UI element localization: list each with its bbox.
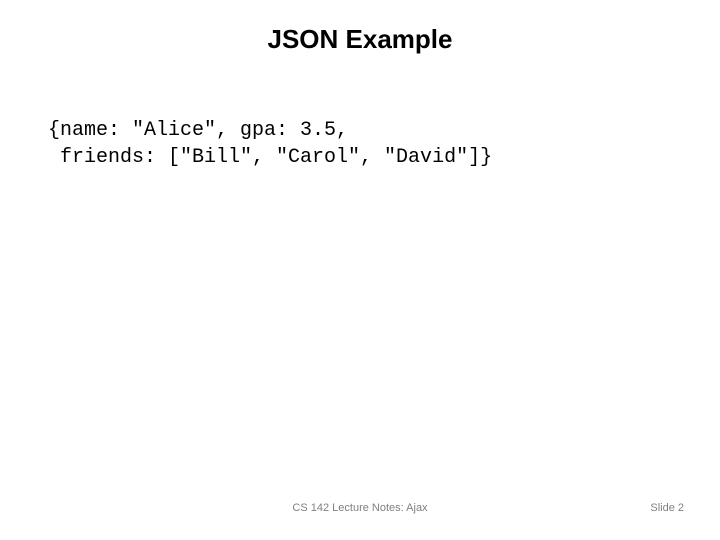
slide-footer: CS 142 Lecture Notes: Ajax Slide 2 xyxy=(0,502,720,522)
footer-right-text: Slide 2 xyxy=(650,502,684,514)
footer-center-text: CS 142 Lecture Notes: Ajax xyxy=(292,502,427,514)
code-line-1: {name: "Alice", gpa: 3.5, xyxy=(48,117,672,144)
slide-content: {name: "Alice", gpa: 3.5, friends: ["Bil… xyxy=(0,75,720,171)
slide-title: JSON Example xyxy=(0,0,720,75)
slide: JSON Example {name: "Alice", gpa: 3.5, f… xyxy=(0,0,720,540)
code-line-2: friends: ["Bill", "Carol", "David"]} xyxy=(48,144,672,171)
